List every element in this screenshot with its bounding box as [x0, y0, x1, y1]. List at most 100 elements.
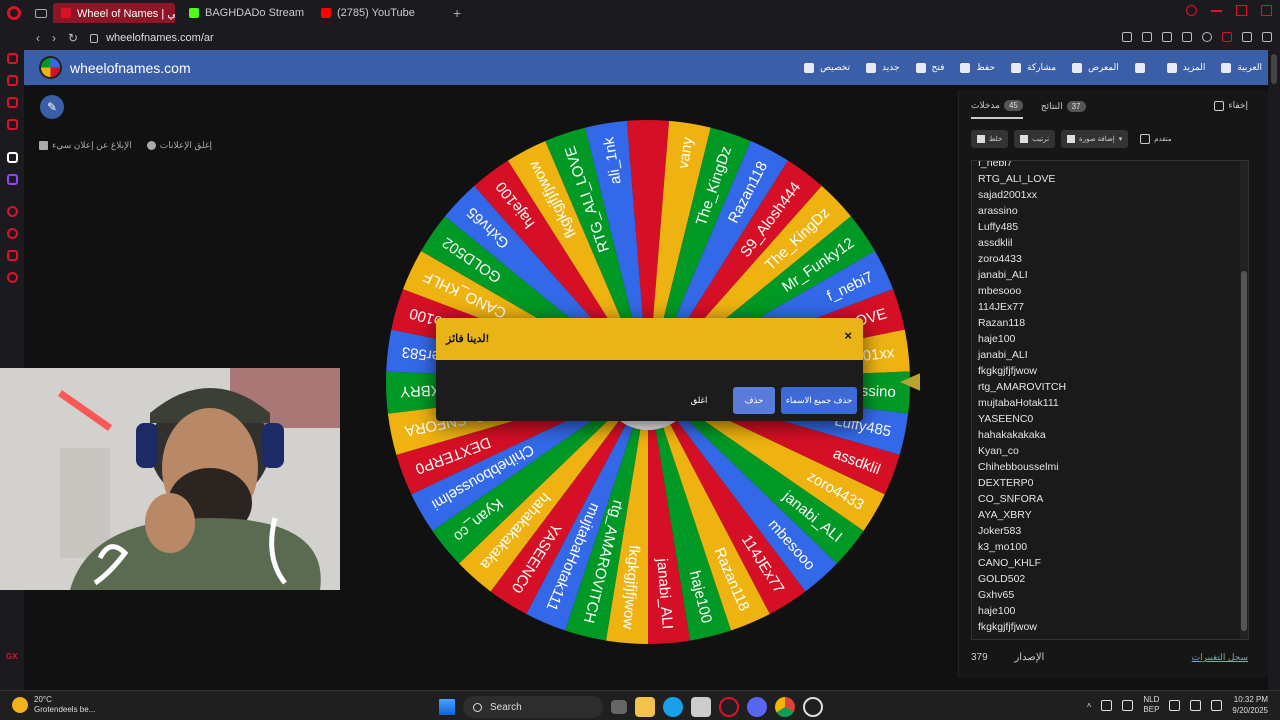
entry-item[interactable]: CO_SNFORA: [978, 491, 1242, 507]
search-tabs-icon[interactable]: [1186, 5, 1197, 16]
heart-icon[interactable]: [1202, 32, 1212, 42]
header-nav-item[interactable]: [1134, 62, 1151, 73]
download-icon[interactable]: [1242, 32, 1252, 42]
volume-icon[interactable]: [1190, 699, 1202, 711]
play-icon[interactable]: [1182, 32, 1192, 42]
chrome-icon[interactable]: [775, 697, 795, 717]
entry-item[interactable]: AYA_XBRY: [978, 507, 1242, 523]
new-tab-plus-icon[interactable]: +: [453, 5, 461, 21]
messenger-icon[interactable]: [7, 250, 18, 261]
entry-item[interactable]: Gxhv65: [978, 587, 1242, 603]
entry-item[interactable]: fkgkgjfjfjwow: [978, 619, 1242, 635]
mail-icon[interactable]: [7, 119, 18, 130]
tab-youtube[interactable]: (2785) YouTube: [313, 3, 439, 23]
easy-setup-icon[interactable]: [1262, 32, 1272, 42]
close-x-icon[interactable]: ×: [844, 328, 852, 343]
task-view-icon[interactable]: [611, 700, 627, 714]
page-scrollbar[interactable]: [1268, 50, 1280, 690]
header-nav-item[interactable]: حفظ: [960, 62, 995, 73]
entry-item[interactable]: sajad2001xx: [978, 187, 1242, 203]
header-nav-item[interactable]: مشاركة: [1011, 62, 1056, 73]
taskbar-search[interactable]: Search: [463, 696, 603, 718]
player-icon[interactable]: [7, 206, 18, 217]
opera-gx-icon[interactable]: [719, 697, 739, 717]
entry-item[interactable]: hahakakakaka: [978, 427, 1242, 443]
aria-icon[interactable]: [7, 53, 18, 64]
entry-item[interactable]: Luffy485: [978, 219, 1242, 235]
maximize-icon[interactable]: [1236, 5, 1247, 16]
minimize-icon[interactable]: [1211, 10, 1222, 12]
entry-item[interactable]: CANO_KHLF: [978, 555, 1242, 571]
remove-all-button[interactable]: حذف جميع الاسماء: [781, 387, 857, 414]
entry-item[interactable]: rtg_AMAROVITCH: [978, 379, 1242, 395]
entries-scrollbar[interactable]: [1240, 161, 1248, 639]
kick-icon[interactable]: [7, 152, 18, 163]
tab-wheel-of-names[interactable]: Wheel of Names | عشوائي: [53, 3, 175, 23]
header-nav-item[interactable]: جديد: [866, 62, 900, 73]
reload-icon[interactable]: ↻: [68, 31, 78, 45]
entry-item[interactable]: janabi_ALI: [978, 347, 1242, 363]
tab-results[interactable]: النتائج 37: [1041, 100, 1086, 119]
history-icon[interactable]: [7, 228, 18, 239]
shield-icon[interactable]: [1162, 32, 1172, 42]
obs-icon[interactable]: [803, 697, 823, 717]
entry-item[interactable]: 114JEx77: [978, 299, 1242, 315]
entry-item[interactable]: f_nebi7: [978, 161, 1242, 171]
advanced-toggle[interactable]: متقدم: [1140, 134, 1172, 144]
forward-icon[interactable]: ›: [52, 31, 56, 45]
entry-item[interactable]: YASEENC0: [978, 411, 1242, 427]
report-ad-link[interactable]: الإبلاغ عن إعلان سيء: [39, 140, 132, 151]
entry-item[interactable]: Kyan_co: [978, 443, 1242, 459]
entry-item[interactable]: mbesooo: [978, 283, 1242, 299]
site-title[interactable]: wheelofnames.com: [70, 60, 191, 76]
wheel-logo-icon[interactable]: [39, 56, 62, 79]
tab-kick-stream[interactable]: BAGHDADo Stream - Wat: [181, 3, 307, 23]
battery-icon[interactable]: [1211, 699, 1223, 711]
url-field[interactable]: wheelofnames.com/ar: [106, 32, 214, 44]
entry-item[interactable]: GOLD502: [978, 571, 1242, 587]
gx-corner-icon[interactable]: GX: [6, 652, 18, 661]
tab-entries[interactable]: مدخلات 45: [971, 100, 1023, 119]
twitch-icon[interactable]: [7, 174, 18, 185]
chevron-up-icon[interactable]: ˄: [1087, 701, 1092, 710]
header-nav-item[interactable]: تخصيص: [804, 62, 850, 73]
mic-icon[interactable]: [1122, 699, 1134, 711]
add-image-button[interactable]: إضافة صورة ▾: [1061, 130, 1129, 148]
entry-item[interactable]: Joker583: [978, 523, 1242, 539]
store-icon[interactable]: [691, 697, 711, 717]
entry-item[interactable]: zoro4433: [978, 251, 1242, 267]
edge-icon[interactable]: [663, 697, 683, 717]
entry-item[interactable]: Chihebbousselmi: [978, 459, 1242, 475]
back-icon[interactable]: ‹: [36, 31, 40, 45]
hide-checkbox[interactable]: [1214, 100, 1225, 111]
close-window-icon[interactable]: [1261, 5, 1272, 16]
shuffle-button[interactable]: خلط: [971, 130, 1009, 148]
header-nav-item[interactable]: العربية: [1221, 62, 1262, 73]
entry-item[interactable]: k3_mo100: [978, 539, 1242, 555]
settings-icon[interactable]: [7, 272, 18, 283]
profile-icon[interactable]: [1222, 32, 1232, 42]
entry-item[interactable]: DEXTERP0: [978, 475, 1242, 491]
language-indicator[interactable]: NLD BEP: [1143, 695, 1159, 715]
sort-button[interactable]: ترتيب: [1014, 130, 1056, 148]
edit-pencil-button[interactable]: ✎: [40, 95, 64, 119]
header-nav-item[interactable]: المعرض: [1072, 62, 1119, 73]
clock[interactable]: 10:32 PM 9/20/2025: [1232, 694, 1268, 716]
windows-start-icon[interactable]: [439, 699, 455, 715]
tab-islands-icon[interactable]: [35, 8, 47, 18]
hide-toggle[interactable]: إخفاء: [1214, 100, 1248, 111]
file-explorer-icon[interactable]: [635, 697, 655, 717]
games-icon[interactable]: [7, 97, 18, 108]
header-nav-item[interactable]: المزيد: [1166, 62, 1205, 73]
shopping-icon[interactable]: [7, 75, 18, 86]
close-button[interactable]: اغلق: [679, 387, 719, 414]
entry-item[interactable]: RTG_ALI_LOVE: [978, 171, 1242, 187]
snapshot-icon[interactable]: [1142, 32, 1152, 42]
close-ads-link[interactable]: إغلق الإعلانات: [146, 140, 212, 151]
entry-item[interactable]: fkgkgjfjfjwow: [978, 363, 1242, 379]
sync-icon[interactable]: [1101, 699, 1113, 711]
opera-logo-icon[interactable]: [7, 6, 21, 20]
remove-button[interactable]: حذف: [733, 387, 775, 414]
entry-item[interactable]: janabi_ALI: [978, 267, 1242, 283]
network-icon[interactable]: [1169, 699, 1181, 711]
